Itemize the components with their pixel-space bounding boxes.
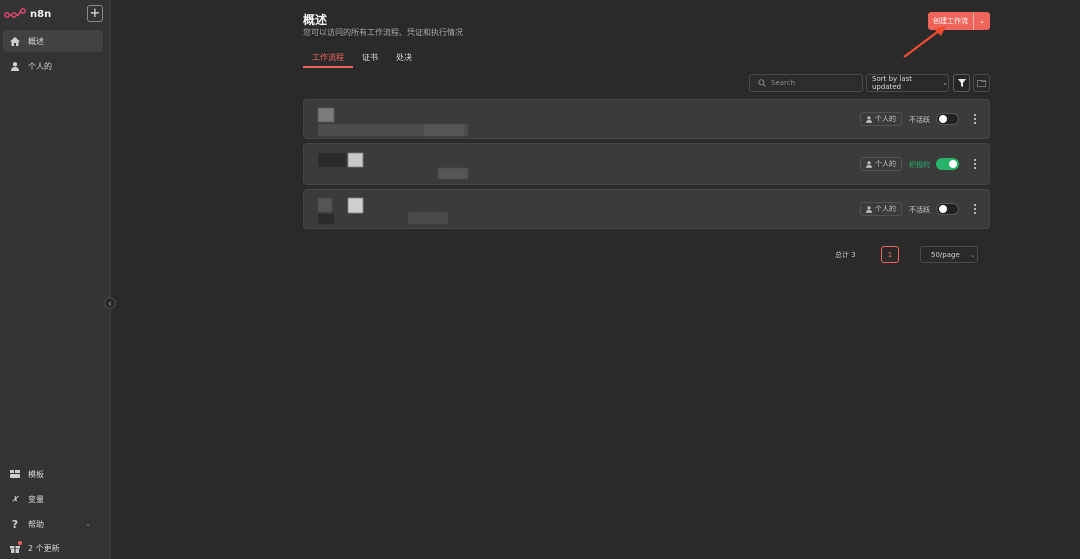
user-icon: [866, 115, 872, 123]
workflow-status: 不活跃: [909, 206, 930, 214]
workflow-name-redacted: [318, 108, 334, 122]
n8n-logo-icon: [4, 8, 26, 18]
owner-badge: 个人的: [860, 112, 902, 126]
sidebar-item-help[interactable]: ? 帮助 ⌄: [3, 513, 103, 535]
sidebar-item-label: 个人的: [28, 61, 52, 71]
filter-icon: [957, 79, 966, 87]
tab-bar: 工作流程 证书 处决: [303, 52, 421, 68]
annotation-arrow: [903, 26, 946, 58]
filter-button[interactable]: [953, 74, 970, 92]
workflow-name-redacted: [348, 198, 363, 213]
collapse-sidebar-button[interactable]: ‹: [104, 297, 116, 309]
sidebar-item-label: 变量: [28, 494, 44, 504]
user-icon: [866, 205, 872, 213]
search-input[interactable]: [771, 79, 861, 87]
total-count: 总计 3: [835, 251, 856, 259]
page-title: 概述: [303, 13, 328, 27]
chevron-down-icon: ⌄: [942, 79, 948, 87]
workflow-name-redacted: [348, 153, 363, 167]
chevron-down-icon: ⌄: [979, 17, 985, 25]
workflow-meta-redacted: [424, 124, 464, 136]
user-icon: [9, 60, 21, 72]
workflow-card[interactable]: 个人的 不活跃: [303, 189, 990, 229]
active-toggle[interactable]: [936, 113, 959, 125]
more-options-icon[interactable]: [971, 113, 979, 125]
workflow-name-redacted: [318, 198, 332, 212]
page-size-label: 50/page: [931, 250, 960, 259]
workflow-meta-redacted: [438, 168, 468, 179]
active-toggle[interactable]: [936, 203, 959, 215]
sort-select[interactable]: Sort by last updated ⌄: [866, 74, 949, 92]
tab-executions[interactable]: 处决: [387, 52, 421, 68]
tab-credentials[interactable]: 证书: [353, 52, 387, 68]
sidebar-item-variables[interactable]: 𝑥 变量: [3, 488, 103, 510]
logo[interactable]: n8n: [4, 5, 51, 23]
owner-label: 个人的: [875, 205, 896, 213]
sidebar-item-personal[interactable]: 个人的: [3, 55, 103, 77]
chevron-left-icon: ‹: [108, 298, 112, 308]
workflow-card[interactable]: 个人的 不活跃: [303, 99, 990, 139]
folder-icon: [977, 79, 986, 87]
templates-icon: [9, 468, 21, 480]
search-icon: [758, 79, 766, 87]
sidebar: n8n + 概述 个人的 ‹ 模板 𝑥 变量 ? 帮助 ⌄ 2 个更新: [0, 0, 116, 559]
workflow-card[interactable]: 个人的 积极的: [303, 143, 990, 185]
logo-text: n8n: [30, 8, 52, 20]
more-options-icon[interactable]: [971, 158, 979, 170]
owner-label: 个人的: [875, 115, 896, 123]
page-subtitle: 您可以访问的所有工作流程、凭证和执行情况: [303, 28, 463, 37]
variables-icon: 𝑥: [12, 494, 18, 504]
sidebar-item-updates[interactable]: 2 个更新: [3, 537, 103, 559]
chevron-down-icon: ⌄: [85, 520, 91, 528]
sidebar-item-overview[interactable]: 概述: [3, 30, 103, 52]
gift-icon: [9, 541, 22, 554]
help-icon: ?: [11, 517, 19, 531]
page-button[interactable]: 1: [881, 246, 899, 263]
workflow-status: 积极的: [909, 161, 930, 169]
user-icon: [866, 160, 872, 168]
active-toggle[interactable]: [936, 158, 959, 170]
search-box[interactable]: [749, 74, 863, 92]
sidebar-item-label: 模板: [28, 469, 44, 479]
sidebar-item-templates[interactable]: 模板: [3, 463, 103, 485]
workflow-meta-redacted: [318, 214, 334, 224]
sidebar-item-label: 2 个更新: [28, 543, 60, 553]
home-icon: [9, 35, 21, 47]
tab-workflows[interactable]: 工作流程: [303, 52, 353, 68]
owner-badge: 个人的: [860, 202, 902, 216]
page-size-select[interactable]: 50/page ⌄: [920, 246, 978, 263]
more-options-icon[interactable]: [971, 203, 979, 215]
workflow-status: 不活跃: [909, 116, 930, 124]
workflow-name-redacted: [318, 153, 346, 167]
folder-button[interactable]: [973, 74, 990, 92]
create-dropdown-button[interactable]: ⌄: [973, 12, 990, 30]
owner-label: 个人的: [875, 160, 896, 168]
sidebar-item-label: 概述: [28, 36, 44, 46]
owner-badge: 个人的: [860, 157, 902, 171]
workflow-meta-redacted: [408, 212, 448, 224]
add-button[interactable]: +: [87, 5, 103, 22]
sort-label: Sort by last updated: [872, 75, 913, 91]
chevron-down-icon: ⌄: [969, 250, 976, 259]
sidebar-item-label: 帮助: [28, 519, 44, 529]
